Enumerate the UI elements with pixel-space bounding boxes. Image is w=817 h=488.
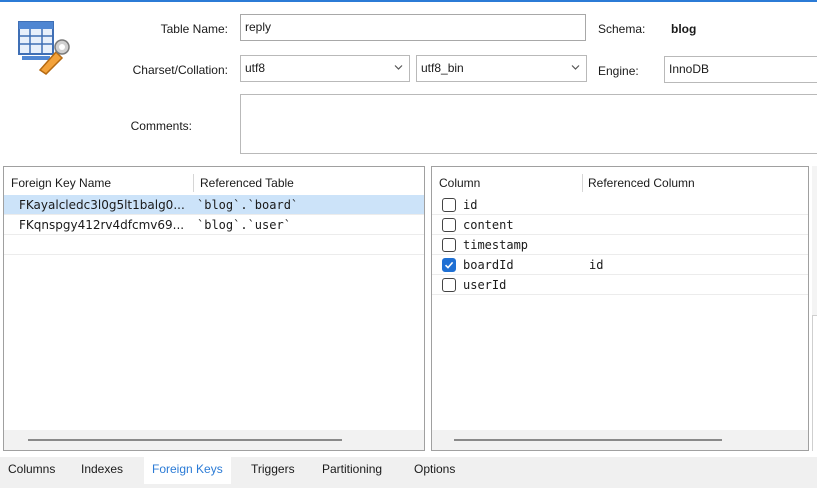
column-name: content [463, 218, 514, 232]
tab-columns[interactable]: Columns [0, 457, 63, 484]
scrollbar-thumb[interactable] [28, 439, 342, 441]
tab-indexes[interactable]: Indexes [73, 457, 131, 484]
fk-columns-list[interactable]: Column Referenced Column id content time… [431, 166, 809, 451]
chevron-down-icon [394, 65, 403, 70]
table-name-label: Table Name: [160, 22, 228, 36]
column-header-column[interactable]: Column [434, 173, 480, 193]
window-top-accent [0, 0, 817, 2]
fk-row-empty[interactable] [4, 235, 424, 255]
table-name-input[interactable]: reply [240, 14, 586, 41]
table-edit-icon [18, 21, 70, 75]
chevron-down-icon [571, 65, 580, 70]
referenced-column [589, 235, 799, 255]
referenced-column [589, 195, 799, 215]
tab-options[interactable]: Options [406, 457, 463, 484]
column-name: timestamp [463, 238, 529, 252]
schema-label: Schema: [598, 22, 646, 36]
tab-triggers[interactable]: Triggers [243, 457, 303, 484]
foreign-keys-list[interactable]: Foreign Key Name Referenced Table FKayal… [3, 166, 425, 451]
engine-select[interactable]: InnoDB [664, 56, 817, 83]
column-checkbox[interactable] [442, 198, 456, 212]
comments-textarea[interactable] [240, 94, 817, 154]
column-checkbox-checked[interactable] [442, 258, 456, 272]
schema-value: blog [671, 22, 697, 36]
fk-column-row[interactable]: userId [432, 275, 808, 295]
column-header-fk-name[interactable]: Foreign Key Name [6, 173, 111, 193]
tab-foreign-keys[interactable]: Foreign Keys [144, 457, 231, 484]
referenced-column: id [589, 258, 604, 272]
charset-label: Charset/Collation: [132, 63, 228, 77]
checkmark-icon [444, 261, 454, 269]
engine-value: InnoDB [669, 62, 710, 76]
engine-label: Engine: [598, 64, 639, 78]
horizontal-scrollbar[interactable] [432, 430, 808, 450]
column-header-referenced-table[interactable]: Referenced Table [195, 173, 294, 193]
tab-partitioning[interactable]: Partitioning [314, 457, 390, 484]
fk-table-cell: `blog`.`board` [197, 198, 299, 212]
referenced-column [589, 275, 799, 295]
column-name: id [463, 198, 478, 212]
column-checkbox[interactable] [442, 238, 456, 252]
column-name: userId [463, 278, 507, 292]
options-box-edge [812, 315, 817, 451]
column-checkbox[interactable] [442, 278, 456, 292]
charset-select[interactable]: utf8 [240, 55, 410, 82]
fk-row[interactable]: FKqnspgy412rv4dfcmv69... `blog`.`user` [4, 215, 424, 235]
fk-column-row[interactable]: boardId id [432, 255, 808, 275]
fk-column-row[interactable]: timestamp [432, 235, 808, 255]
editor-tab-bar: Columns Indexes Foreign Keys Triggers Pa… [0, 457, 817, 488]
fk-column-row[interactable]: id [432, 195, 808, 215]
fk-column-row[interactable]: content [432, 215, 808, 235]
horizontal-scrollbar[interactable] [4, 430, 424, 450]
foreign-keys-header: Foreign Key Name Referenced Table [4, 173, 424, 193]
collation-select[interactable]: utf8_bin [416, 55, 587, 82]
comments-label: Comments: [130, 119, 192, 133]
fk-name-cell: FKayalcledc3l0g5lt1balg0... [19, 198, 185, 212]
fk-table-cell: `blog`.`user` [197, 218, 291, 232]
fk-columns-header: Column Referenced Column [432, 173, 808, 193]
charset-value: utf8 [245, 61, 266, 75]
column-checkbox[interactable] [442, 218, 456, 232]
fk-name-cell: FKqnspgy412rv4dfcmv69... [19, 218, 185, 232]
referenced-column [589, 215, 799, 235]
scrollbar-thumb[interactable] [454, 439, 722, 441]
column-name: boardId [463, 258, 514, 272]
column-header-referenced-column[interactable]: Referenced Column [583, 173, 695, 193]
column-separator[interactable] [193, 174, 194, 192]
fk-row[interactable]: FKayalcledc3l0g5lt1balg0... `blog`.`boar… [4, 195, 424, 215]
collation-value: utf8_bin [421, 61, 464, 75]
